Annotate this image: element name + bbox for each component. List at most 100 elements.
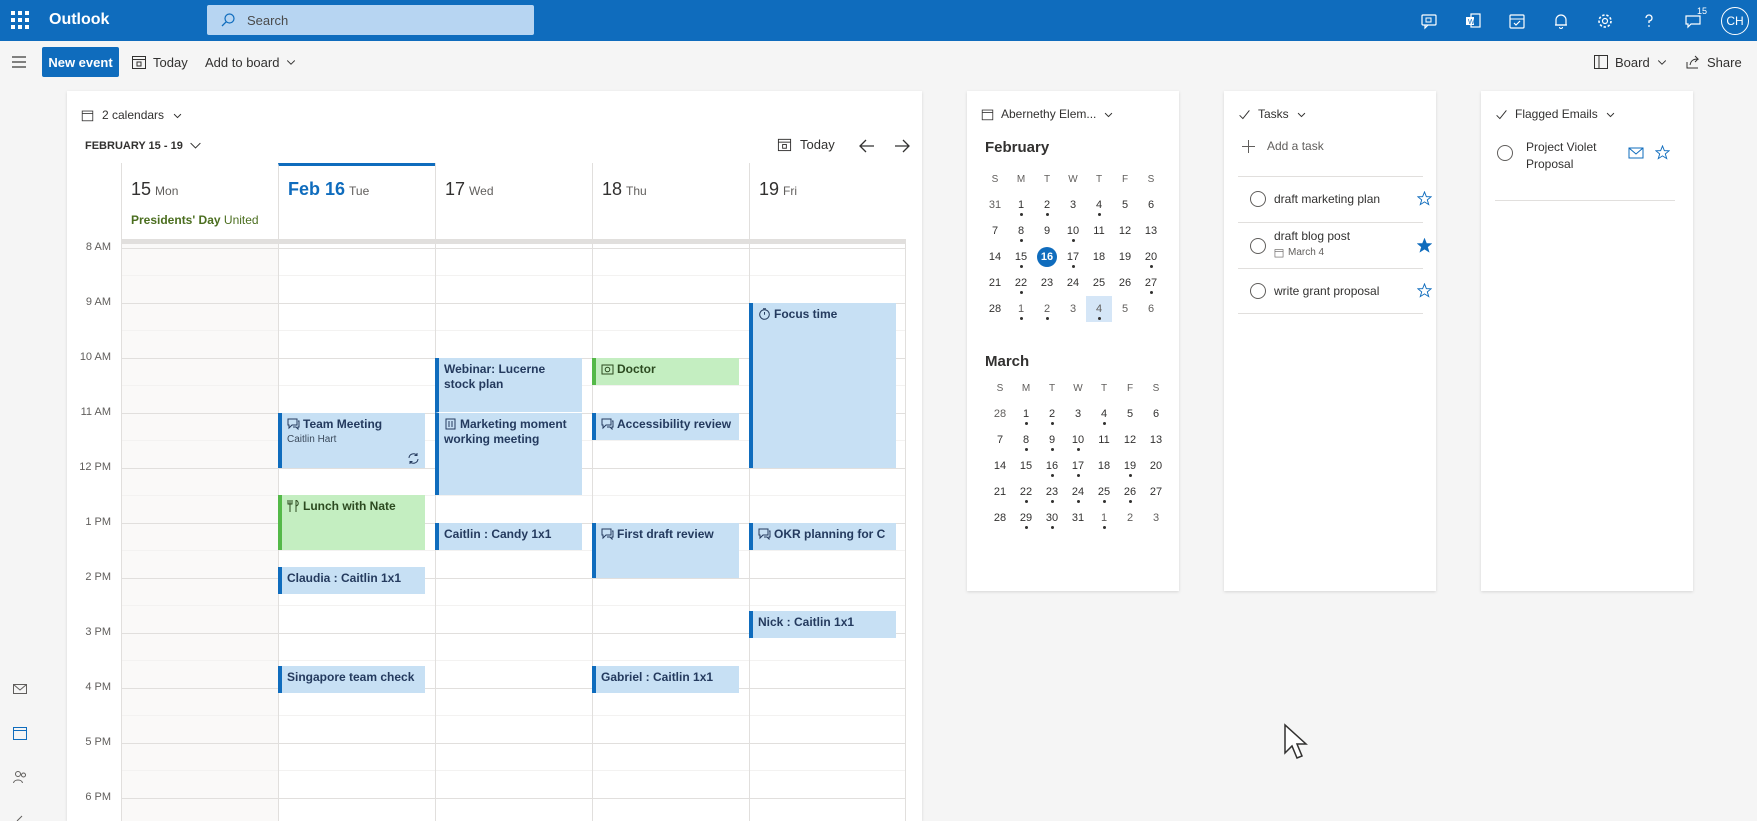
calendar-icon[interactable]: [12, 725, 28, 741]
mini-calendar-day[interactable]: 9: [1039, 427, 1065, 453]
app-title[interactable]: Outlook: [49, 11, 109, 29]
mini-calendar-day[interactable]: 24: [1065, 479, 1091, 505]
feedback-icon[interactable]: 15: [1671, 0, 1715, 41]
mini-calendar-day[interactable]: 11: [1086, 218, 1112, 244]
mini-calendar-day[interactable]: 25: [1091, 479, 1117, 505]
mini-calendar-day[interactable]: 22: [1013, 479, 1039, 505]
mini-calendar-day[interactable]: 15: [1013, 453, 1039, 479]
task-item[interactable]: draft marketing plan: [1238, 176, 1432, 222]
day-header-thu[interactable]: 18 Thu: [592, 163, 749, 241]
task-item[interactable]: write grant proposal: [1238, 268, 1432, 314]
new-event-button[interactable]: New event: [42, 47, 119, 77]
mini-calendar-day[interactable]: 28: [982, 296, 1008, 322]
mini-calendar-day[interactable]: 6: [1138, 296, 1164, 322]
gear-icon[interactable]: [1583, 0, 1627, 41]
mini-calendar-day[interactable]: 9: [1034, 218, 1060, 244]
mini-calendar-day[interactable]: 1: [1091, 505, 1117, 531]
mini-calendar-day[interactable]: 1: [1013, 401, 1039, 427]
search-input[interactable]: [247, 5, 517, 35]
mini-calendar-day[interactable]: 2: [1034, 296, 1060, 322]
calendar-event[interactable]: Gabriel : Caitlin 1x1: [592, 666, 739, 693]
complete-task-circle[interactable]: [1250, 238, 1266, 254]
mini-calendar-day[interactable]: 13: [1138, 218, 1164, 244]
my-day-icon[interactable]: [1495, 0, 1539, 41]
week-grid[interactable]: Team Meeting Caitlin Hart Lunch with Nat…: [121, 244, 906, 821]
mini-calendar-day[interactable]: 22: [1008, 270, 1034, 296]
mini-calendar-day[interactable]: 3: [1065, 401, 1091, 427]
calendar-event[interactable]: Accessibility review: [592, 413, 739, 440]
mini-calendar-day[interactable]: 27: [1138, 270, 1164, 296]
star-outline-icon[interactable]: [1417, 191, 1432, 206]
mini-calendar-day[interactable]: 28: [987, 401, 1013, 427]
flagged-emails-header[interactable]: Flagged Emails: [1495, 107, 1616, 121]
day-header-mon[interactable]: 15 Mon Presidents' Day United: [121, 163, 278, 241]
search-box[interactable]: [207, 5, 534, 35]
mini-calendar-day[interactable]: 24: [1060, 270, 1086, 296]
share-button[interactable]: Share: [1685, 47, 1742, 77]
day-header-wed[interactable]: 17 Wed: [435, 163, 592, 241]
hamburger-menu-icon[interactable]: [11, 55, 27, 69]
mini-calendar-day[interactable]: 18: [1091, 453, 1117, 479]
mini-calendar-day[interactable]: 13: [1143, 427, 1169, 453]
mini-calendar-day[interactable]: 14: [982, 244, 1008, 270]
mini-calendar-day[interactable]: 7: [987, 427, 1013, 453]
mini-calendar-day[interactable]: 2: [1039, 401, 1065, 427]
mini-calendar-day[interactable]: 17: [1065, 453, 1091, 479]
calendar-event[interactable]: Team Meeting Caitlin Hart: [278, 413, 425, 468]
go-to-today-button[interactable]: Today: [131, 47, 188, 77]
mini-calendar-day[interactable]: 30: [1039, 505, 1065, 531]
calendar-event[interactable]: Lunch with Nate: [278, 495, 425, 550]
today-button[interactable]: Today: [777, 137, 835, 152]
mini-calendar-day[interactable]: 10: [1060, 218, 1086, 244]
mini-calendar-day[interactable]: 4: [1086, 296, 1112, 322]
app-launcher-icon[interactable]: [11, 11, 29, 29]
mini-calendar-day[interactable]: 20: [1143, 453, 1169, 479]
mini-calendar-day[interactable]: 18: [1086, 244, 1112, 270]
mini-calendar-day[interactable]: 19: [1117, 453, 1143, 479]
mini-calendar-day[interactable]: 3: [1143, 505, 1169, 531]
calendar-event[interactable]: Doctor: [592, 358, 739, 385]
avatar[interactable]: CH: [1721, 6, 1749, 35]
mini-calendar-day[interactable]: 2: [1034, 192, 1060, 218]
bell-icon[interactable]: [1539, 0, 1583, 41]
mini-calendar-day[interactable]: 8: [1013, 427, 1039, 453]
mini-calendar-day[interactable]: 17: [1060, 244, 1086, 270]
mini-calendar-day[interactable]: 16: [1034, 244, 1060, 270]
mini-calendar-day[interactable]: 1: [1008, 296, 1034, 322]
flagged-email-item[interactable]: Project Violet Proposal: [1495, 137, 1675, 201]
complete-flag-circle[interactable]: [1497, 145, 1513, 161]
meet-now-icon[interactable]: [1407, 0, 1451, 41]
mini-calendar-day[interactable]: 7: [982, 218, 1008, 244]
calendar-event[interactable]: Singapore team check: [278, 666, 425, 693]
tasks-header[interactable]: Tasks: [1238, 107, 1307, 121]
mini-month-grid[interactable]: S M T W T F S 31 1 2 3 4 5 6 7 8 9 10 11 12 13 14 15 16 17 18 19 20…: [982, 166, 1164, 322]
mini-calendar-day[interactable]: 6: [1138, 192, 1164, 218]
mini-calendar-day[interactable]: 12: [1112, 218, 1138, 244]
previous-week-arrow-icon[interactable]: [857, 136, 877, 156]
mini-calendar-day[interactable]: 5: [1117, 401, 1143, 427]
complete-task-circle[interactable]: [1250, 191, 1266, 207]
calendar-event[interactable]: OKR planning for C: [749, 523, 896, 550]
mini-calendar-day[interactable]: 2: [1117, 505, 1143, 531]
star-outline-icon[interactable]: [1655, 145, 1670, 160]
date-range-selector[interactable]: FEBRUARY 15 - 19: [85, 139, 202, 152]
complete-task-circle[interactable]: [1250, 283, 1266, 299]
board-view-button[interactable]: Board: [1593, 47, 1668, 77]
calendar-event[interactable]: Caitlin : Candy 1x1: [435, 523, 582, 550]
people-icon[interactable]: [12, 769, 28, 785]
mini-calendar-day[interactable]: 4: [1091, 401, 1117, 427]
mini-calendar-day[interactable]: 11: [1091, 427, 1117, 453]
calendar-event[interactable]: Focus time: [749, 303, 896, 468]
mini-calendar-day[interactable]: 31: [982, 192, 1008, 218]
add-to-board-button[interactable]: Add to board: [205, 47, 297, 77]
calendar-event[interactable]: First draft review: [592, 523, 739, 578]
mini-calendar-day[interactable]: 12: [1117, 427, 1143, 453]
mini-calendar-day[interactable]: 23: [1039, 479, 1065, 505]
calendar-event[interactable]: Claudia : Caitlin 1x1: [278, 567, 425, 594]
mail-icon[interactable]: [1628, 146, 1644, 160]
mini-calendar-day[interactable]: 8: [1008, 218, 1034, 244]
day-header-tue[interactable]: Feb 16 Tue: [278, 163, 435, 241]
help-icon[interactable]: [1627, 0, 1671, 41]
star-filled-icon[interactable]: [1417, 238, 1432, 253]
holiday-event[interactable]: Presidents' Day United: [131, 213, 281, 227]
